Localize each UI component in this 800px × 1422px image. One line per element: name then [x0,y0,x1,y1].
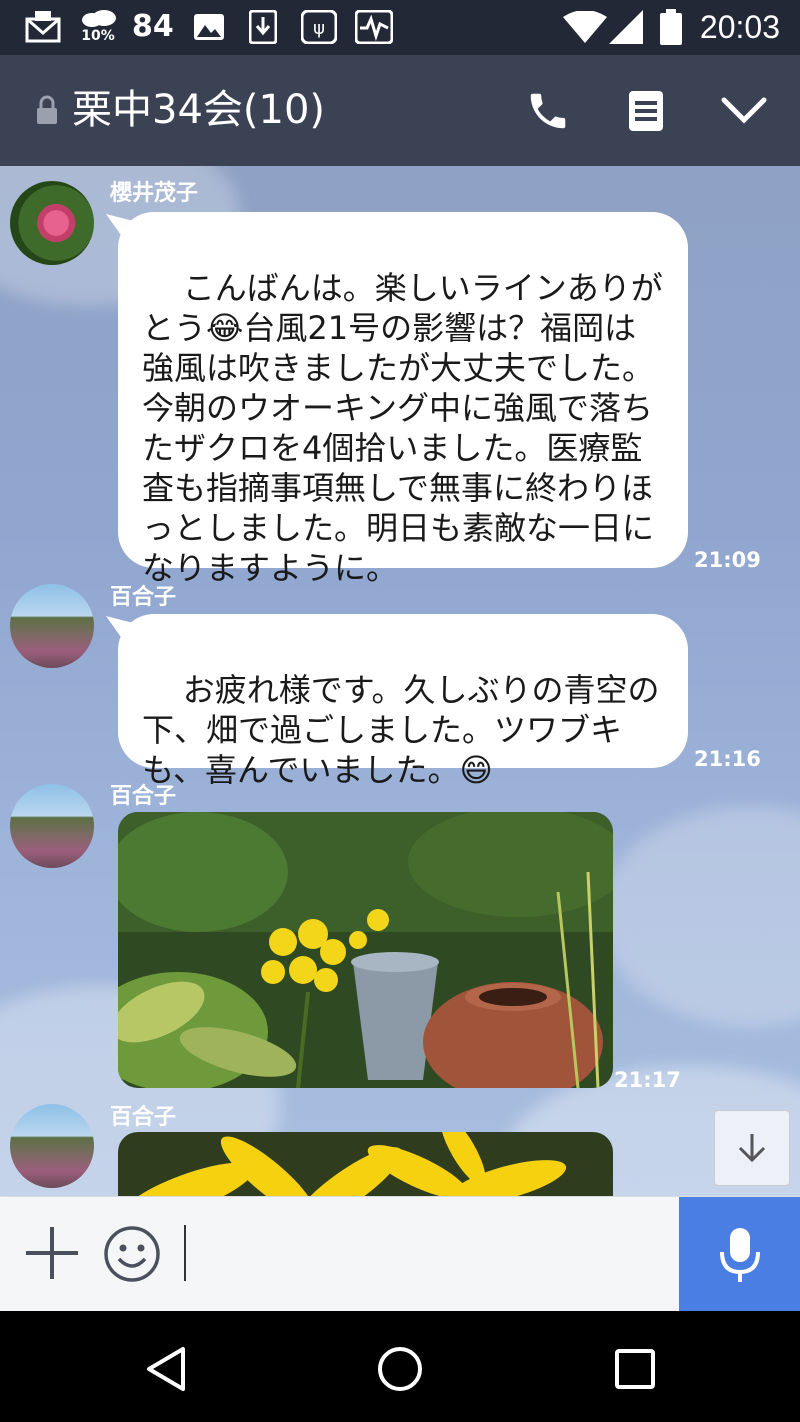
signal-icon [608,10,644,44]
recents-square-icon [615,1349,655,1389]
chat-header: 栗中34会(10) [0,55,800,166]
text-cursor [184,1225,186,1281]
notes-button[interactable] [618,83,674,139]
back-triangle-icon [147,1347,185,1391]
call-button[interactable] [520,83,576,139]
image-notification-icon [192,10,226,44]
garden-photo [118,812,613,1088]
chat-title: 栗中34会(10) [72,87,326,133]
home-button[interactable] [370,1339,430,1399]
notification-count: 84 [132,9,174,44]
smiley-icon [104,1226,160,1282]
avatar[interactable] [10,1104,94,1188]
phone-icon [530,93,566,129]
sender-name: 百合子 [110,585,177,610]
scroll-to-bottom-button[interactable] [714,1110,790,1186]
avatar[interactable] [10,784,94,868]
photo-message[interactable] [118,1132,613,1196]
app-notification-icon: ψ [300,10,338,44]
message-time: 21:09 [694,548,761,572]
plus-icon [26,1227,78,1279]
chat-area[interactable]: 櫻井茂子 こんばんは。楽しいラインありがとう😂台風21号の影響は？福岡は強風は吹… [0,166,800,1196]
message-bubble[interactable]: こんばんは。楽しいラインありがとう😂台風21号の影響は？福岡は強風は吹きましたが… [118,212,688,587]
arrow-down-icon [738,1134,766,1163]
recents-button[interactable] [605,1339,665,1399]
wifi-icon [562,10,608,44]
message-time: 21:16 [694,747,761,771]
sender-name: 百合子 [110,1105,177,1130]
back-button[interactable] [135,1339,195,1399]
message-time: 21:17 [614,1068,681,1092]
notes-icon [629,91,663,131]
weather-percent: 10% [81,28,115,44]
clock: 20:03 [699,9,780,45]
battery-icon [658,9,684,45]
home-circle-icon [378,1347,422,1391]
emoji-button[interactable] [103,1225,161,1283]
activity-icon [354,10,394,44]
sender-name: 櫻井茂子 [110,181,199,206]
weather-icon: 10% [76,10,120,44]
svg-text:ψ: ψ [313,18,325,39]
photo-message[interactable] [118,812,613,1088]
menu-dropdown-button[interactable] [716,83,772,139]
avatar[interactable] [10,584,94,668]
message-input[interactable] [190,1217,670,1293]
lock-icon [36,95,58,129]
download-icon [248,10,278,44]
message-bubble[interactable]: お疲れ様です。久しぶりの青空の下、畑で過ごしました。ツワブキも、喜んでいました。… [118,614,688,789]
avatar[interactable] [10,181,94,265]
status-bar: 10% 84 ψ 20:03 [0,0,800,55]
voice-message-button[interactable] [679,1197,800,1312]
message-text: こんばんは。楽しいラインありがとう😂台風21号の影響は？福岡は強風は吹きましたが… [142,269,663,587]
sender-name: 百合子 [110,784,177,809]
microphone-icon [719,1227,760,1282]
mail-notification-icon [24,10,62,44]
chevron-down-icon [721,97,767,124]
input-bar [0,1196,800,1312]
navigation-bar [0,1311,800,1422]
message-text: お疲れ様です。久しぶりの青空の下、畑で過ごしました。ツワブキも、喜んでいました。… [142,671,660,789]
add-attachment-button[interactable] [24,1225,80,1281]
flower-photo [118,1132,613,1196]
